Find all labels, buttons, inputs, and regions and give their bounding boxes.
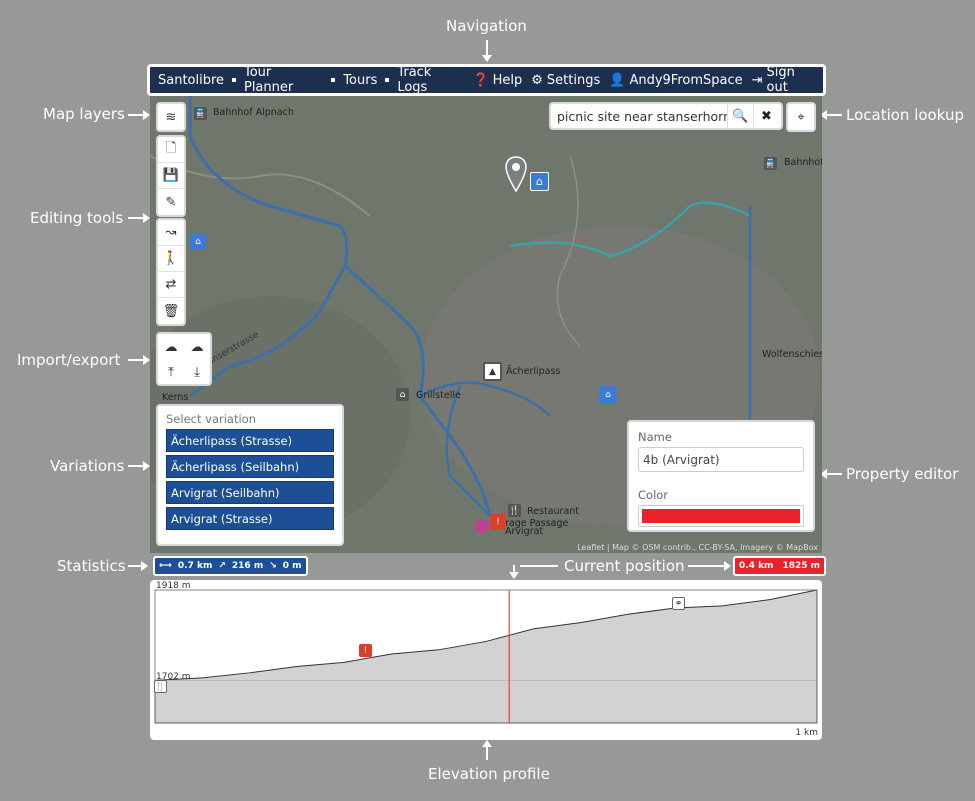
nav-help[interactable]: ❓ Help (472, 73, 522, 88)
elevation-max-label: 1918 m (156, 581, 191, 591)
found-location-pin-icon[interactable] (505, 156, 527, 193)
navigation-bar: Santolibre Tour Planner Tours Track Logs… (147, 64, 826, 96)
name-field[interactable]: 4b (Arvigrat) (638, 447, 804, 472)
label-restaurant: Restaurant (527, 506, 580, 517)
download-icon[interactable]: ⤓ (184, 359, 210, 385)
label-arvigrat: Arvigrat (505, 526, 544, 537)
sign-out-icon: ⇥ (751, 72, 763, 88)
variation-button[interactable]: Ächerlipass (Seilbahn) (166, 455, 334, 478)
label-bahnhof-right: Bahnhof (784, 157, 822, 168)
close-icon[interactable]: ✖ (753, 104, 779, 128)
stat-distance: 0.7 km (177, 561, 213, 571)
variations-panel: Select variation Ächerlipass (Strasse) Ä… (156, 404, 344, 546)
annotation-property-editor: Property editor (846, 465, 959, 483)
help-icon: ❓ (472, 72, 489, 88)
annotation-variations: Variations (50, 457, 125, 475)
distance-icon: ⟷ (159, 561, 172, 571)
nav-tours[interactable]: Tours (343, 73, 377, 88)
stat-descent: 0 m (282, 561, 302, 571)
trash-icon[interactable]: 🗑 (158, 298, 184, 324)
save-icon[interactable]: 💾 (158, 163, 184, 189)
search-icon[interactable]: 🔍 (727, 104, 753, 128)
elevation-area (154, 589, 818, 724)
new-file-icon[interactable]: 🗋 (158, 137, 184, 163)
variation-button[interactable]: Ächerlipass (Strasse) (166, 429, 334, 452)
property-editor: Name 4b (Arvigrat) Color (627, 420, 815, 532)
poi-mountain-pass-icon[interactable]: ▲ (483, 362, 502, 381)
found-poi-icon[interactable]: ⌂ (530, 172, 549, 191)
cloud-download-icon[interactable]: ☁ (158, 334, 184, 360)
color-label: Color (638, 488, 669, 502)
route-end-marker-icon[interactable] (475, 519, 489, 533)
cloud-upload-icon[interactable]: ☁ (184, 334, 210, 360)
ascent-icon: ↗ (218, 561, 226, 571)
profile-restaurant-icon[interactable]: 🍴 (154, 680, 167, 693)
nav-user[interactable]: 👤 Andy9FromSpace (609, 73, 742, 88)
stat-ascent: 216 m (231, 561, 264, 571)
routing-tools: ↝ 🚶 ⇄ 🗑 (156, 218, 186, 326)
search-input[interactable] (551, 108, 727, 124)
elevation-x-end-label: 1 km (795, 728, 818, 738)
editing-tools: 🗋 💾 ✎ (156, 135, 186, 217)
variation-button[interactable]: Arvigrat (Strasse) (166, 507, 334, 530)
label-grillstelle: Grillstelle (416, 390, 461, 401)
crosshair-icon[interactable]: ⌖ (788, 104, 814, 130)
search-box: 🔍 ✖ (549, 102, 783, 130)
annotation-import-export: Import/export (17, 351, 121, 369)
color-picker[interactable] (638, 505, 804, 527)
annotation-map-layers: Map layers (43, 105, 125, 123)
annotation-navigation: Navigation (446, 17, 527, 35)
annotation-editing-tools: Editing tools (30, 209, 124, 227)
restaurant-icon[interactable]: 🍴 (508, 504, 521, 517)
annotation-location-lookup: Location lookup (846, 106, 964, 124)
location-lookup-control: ⌖ (786, 102, 816, 132)
elevation-chart (154, 589, 818, 724)
nav-sign-out[interactable]: ⇥ Sign out (752, 65, 815, 95)
route-warning-marker-icon[interactable]: ! (490, 514, 506, 530)
shelter-icon[interactable]: ⌂ (190, 234, 206, 250)
name-label: Name (638, 430, 672, 444)
map-attribution: Leaflet | Map © OSM contrib., CC-BY-SA, … (577, 543, 818, 552)
import-export-tools: ☁ ☁ ⤒ ⤓ (156, 332, 212, 386)
current-elevation: 1825 m (782, 561, 821, 571)
label-bahnhof-alpnach: Bahnhof Alpnach (213, 107, 294, 118)
annotation-elevation-profile: Elevation profile (428, 765, 550, 783)
nav-brand[interactable]: Santolibre (158, 73, 224, 88)
layers-icon[interactable]: ≋ (158, 104, 184, 130)
statistics-badge: ⟷ 0.7 km ↗ 216 m ↘ 0 m (153, 556, 308, 576)
train-station-icon[interactable]: 🚆 (764, 157, 777, 170)
map-view[interactable]: Bahnhof Alpnach Bahnhof Ächerlipass Gril… (150, 96, 822, 553)
shelter-icon[interactable]: ⌂ (599, 386, 617, 404)
train-station-icon[interactable]: 🚆 (194, 107, 207, 120)
label-acherlipass: Ächerlipass (506, 366, 561, 377)
profile-warning-icon[interactable]: ! (359, 644, 372, 657)
grill-icon[interactable]: ⌂ (396, 388, 409, 401)
route-auto-icon[interactable]: ↝ (158, 220, 184, 246)
nav-track-logs[interactable]: Track Logs (397, 65, 464, 95)
annotation-current-position: Current position (564, 557, 685, 575)
label-wolfenschiesse: Wolfenschiesse (762, 349, 822, 360)
reverse-icon[interactable]: ⇄ (158, 272, 184, 298)
current-distance: 0.4 km (739, 561, 774, 571)
variation-button[interactable]: Arvigrat (Seilbahn) (166, 481, 334, 504)
nav-tour-planner[interactable]: Tour Planner (244, 65, 323, 95)
annotation-statistics: Statistics (57, 557, 126, 575)
upload-icon[interactable]: ⤒ (158, 359, 184, 385)
user-icon: 👤 (609, 72, 626, 88)
gear-icon: ⚙ (531, 72, 543, 88)
descent-icon: ↘ (269, 561, 277, 571)
edit-pencil-icon[interactable]: ✎ (158, 189, 184, 215)
current-position-badge: 0.4 km 1825 m (733, 556, 827, 576)
map-layers-control: ≋ (156, 102, 186, 132)
hiking-icon[interactable]: 🚶 (158, 246, 184, 272)
variations-label: Select variation (166, 412, 256, 426)
nav-settings[interactable]: ⚙ Settings (531, 73, 600, 88)
elevation-profile[interactable]: 1918 m 1702 m 1 km ! ⚭ 🍴 (150, 580, 822, 740)
label-kerns: Kerns (162, 392, 189, 403)
profile-viewpoint-icon[interactable]: ⚭ (672, 597, 685, 610)
